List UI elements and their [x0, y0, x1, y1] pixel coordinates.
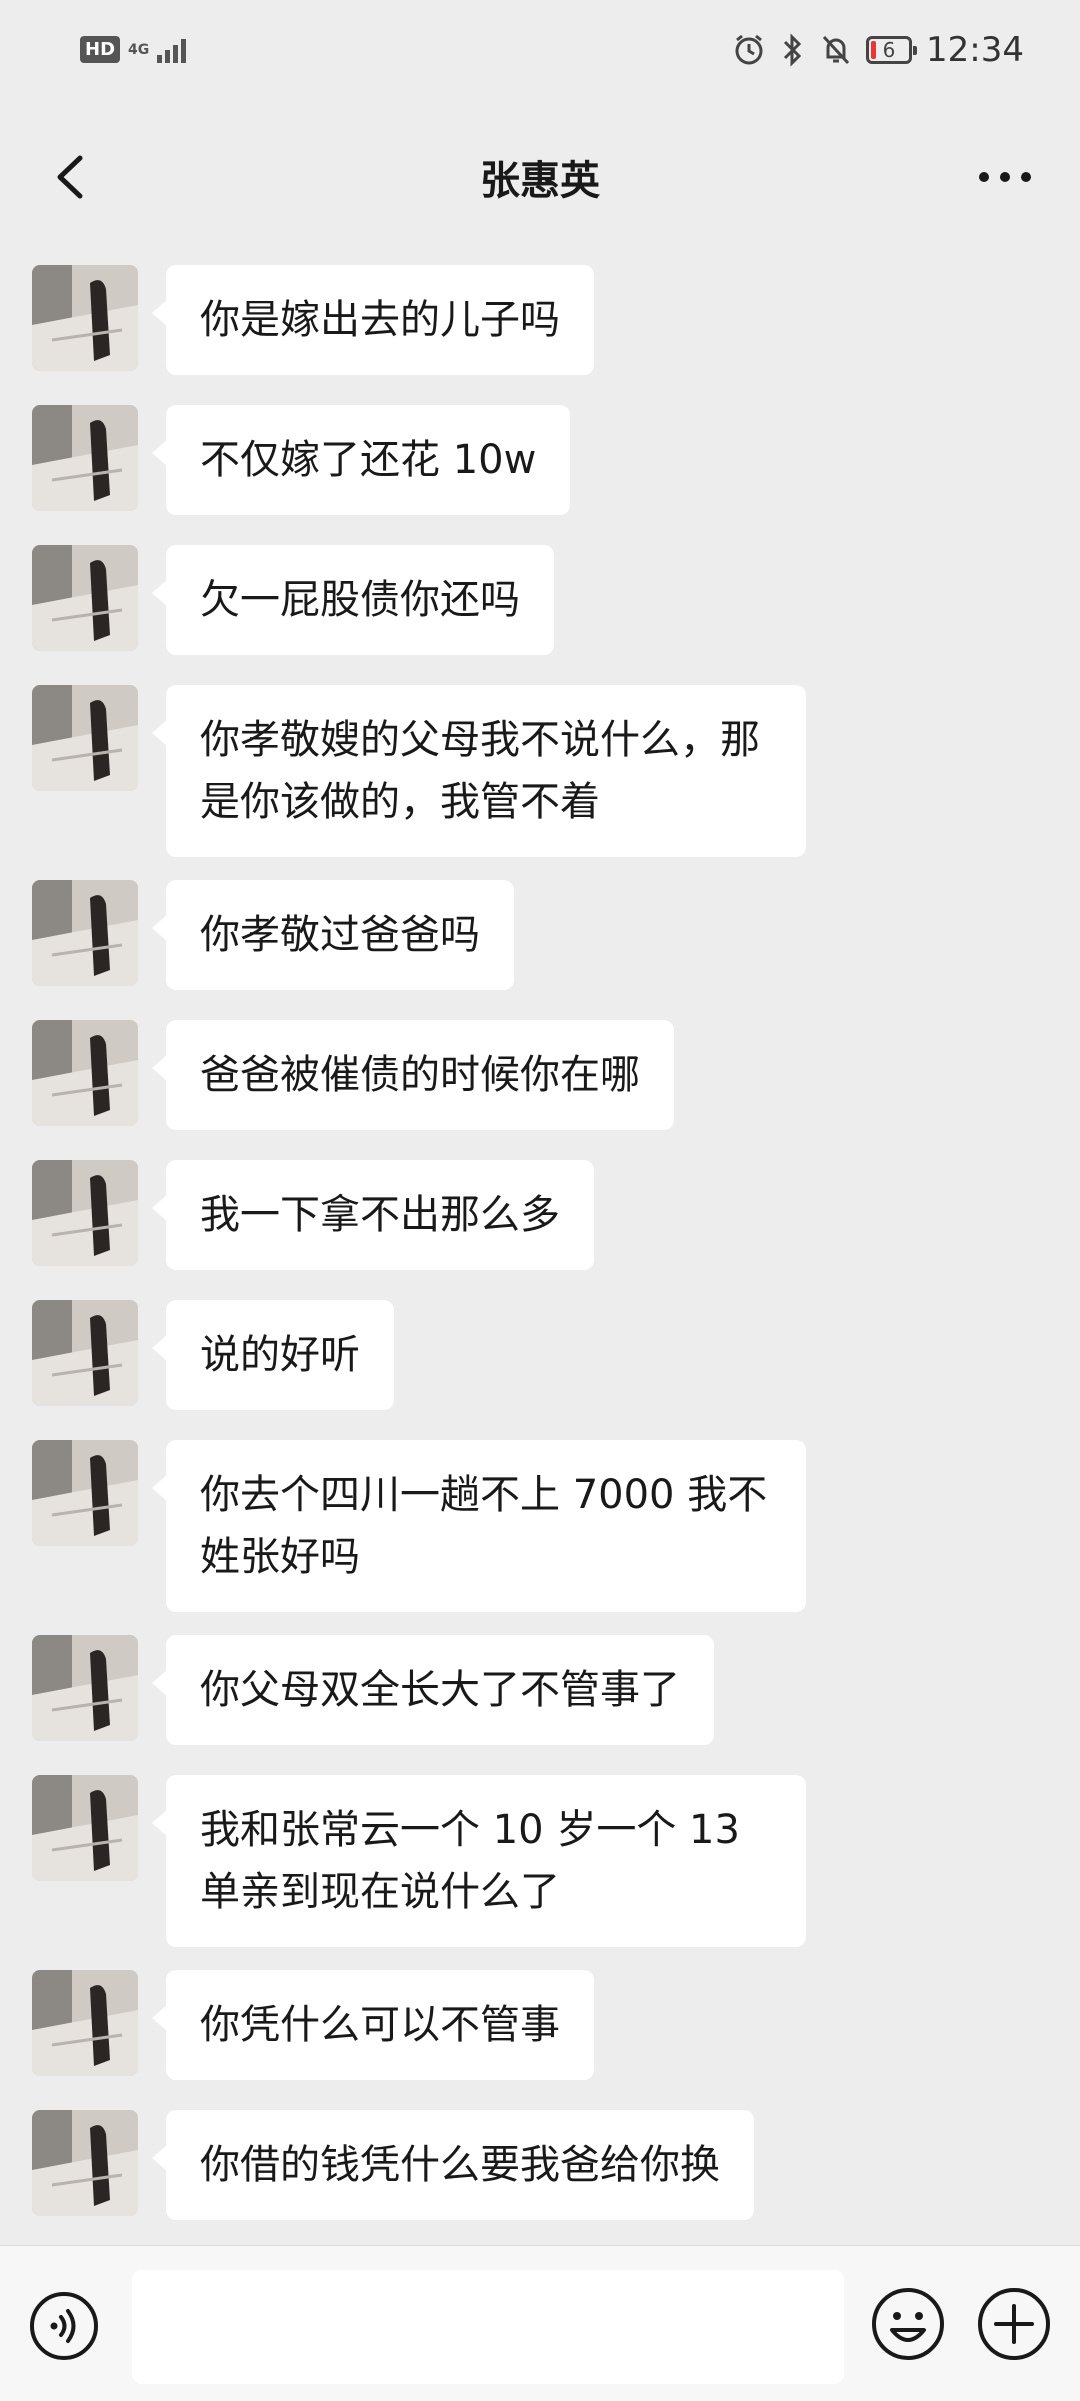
avatar[interactable]: [32, 1970, 138, 2076]
message-row: 说的好听: [32, 1300, 394, 1410]
message-text: 我和张常云一个 10 岁一个 13 单亲到现在说什么了: [166, 1775, 806, 1947]
message-text: 你凭什么可以不管事: [166, 1970, 594, 2080]
avatar[interactable]: [32, 265, 138, 371]
message-bubble[interactable]: 欠一屁股债你还吗: [152, 545, 554, 655]
nav-bar: 张惠英: [0, 110, 1080, 240]
avatar[interactable]: [32, 1300, 138, 1406]
status-time: 12:34: [926, 30, 1024, 70]
signal-icon: [157, 37, 187, 63]
plus-icon[interactable]: [976, 2286, 1052, 2362]
message-bubble[interactable]: 你借的钱凭什么要我爸给你换: [152, 2110, 754, 2220]
message-text: 欠一屁股债你还吗: [166, 545, 554, 655]
message-text: 你孝敬嫂的父母我不说什么，那是你该做的，我管不着: [166, 685, 806, 857]
message-row: 爸爸被催债的时候你在哪: [32, 1020, 674, 1130]
message-bubble[interactable]: 你是嫁出去的儿子吗: [152, 265, 594, 375]
emoji-icon[interactable]: [870, 2286, 946, 2362]
message-row: 我和张常云一个 10 岁一个 13 单亲到现在说什么了: [32, 1775, 806, 1947]
avatar[interactable]: [32, 1440, 138, 1546]
avatar[interactable]: [32, 2110, 138, 2216]
avatar[interactable]: [32, 1775, 138, 1881]
message-row: 你借的钱凭什么要我爸给你换: [32, 2110, 754, 2220]
message-bubble[interactable]: 爸爸被催债的时候你在哪: [152, 1020, 674, 1130]
hd-indicator: HD: [80, 36, 121, 63]
avatar[interactable]: [32, 1160, 138, 1266]
message-row: 你父母双全长大了不管事了: [32, 1635, 714, 1745]
message-text: 你是嫁出去的儿子吗: [166, 265, 594, 375]
message-bubble[interactable]: 你孝敬嫂的父母我不说什么，那是你该做的，我管不着: [152, 685, 806, 857]
message-text: 爸爸被催债的时候你在哪: [166, 1020, 674, 1130]
message-text: 你父母双全长大了不管事了: [166, 1635, 714, 1745]
avatar[interactable]: [32, 405, 138, 511]
message-text: 你借的钱凭什么要我爸给你换: [166, 2110, 754, 2220]
input-bar: [0, 2245, 1080, 2401]
message-row: 你去个四川一趟不上 7000 我不姓张好吗: [32, 1440, 806, 1612]
voice-input-icon[interactable]: [28, 2290, 100, 2362]
message-text: 我一下拿不出那么多: [166, 1160, 594, 1270]
message-text: 你孝敬过爸爸吗: [166, 880, 514, 990]
message-bubble[interactable]: 我一下拿不出那么多: [152, 1160, 594, 1270]
message-bubble[interactable]: 说的好听: [152, 1300, 394, 1410]
mute-bell-icon: [822, 35, 850, 65]
status-left: HD 4G: [80, 36, 187, 63]
avatar[interactable]: [32, 1635, 138, 1741]
chat-title: 张惠英: [480, 158, 600, 204]
alarm-icon: [735, 34, 763, 65]
network-type: 4G: [128, 43, 149, 57]
avatar[interactable]: [32, 685, 138, 791]
message-row: 我一下拿不出那么多: [32, 1160, 594, 1270]
message-row: 你孝敬嫂的父母我不说什么，那是你该做的，我管不着: [32, 685, 806, 857]
more-options-icon[interactable]: [970, 142, 1040, 212]
message-input[interactable]: [132, 2270, 844, 2384]
message-list[interactable]: 你是嫁出去的儿子吗 不仅嫁了还花 10w 欠一屁股债你还吗 你孝敬嫂的父母我不说…: [0, 240, 1080, 2245]
message-bubble[interactable]: 你去个四川一趟不上 7000 我不姓张好吗: [152, 1440, 806, 1612]
message-row: 你是嫁出去的儿子吗: [32, 265, 594, 375]
message-text: 说的好听: [166, 1300, 394, 1410]
network-label: 4G: [128, 41, 150, 58]
message-bubble[interactable]: 不仅嫁了还花 10w: [151, 405, 571, 515]
avatar[interactable]: [32, 545, 138, 651]
message-text: 不仅嫁了还花 10w: [166, 405, 571, 515]
avatar[interactable]: [32, 880, 138, 986]
battery-icon: 6: [866, 36, 918, 64]
status-bar: HD 4G 6 12:34: [0, 0, 1080, 110]
message-bubble[interactable]: 你父母双全长大了不管事了: [152, 1635, 714, 1745]
message-bubble[interactable]: 你孝敬过爸爸吗: [152, 880, 514, 990]
status-right: 6 12:34: [732, 30, 1024, 70]
message-bubble[interactable]: 我和张常云一个 10 岁一个 13 单亲到现在说什么了: [152, 1775, 806, 1947]
message-row: 你孝敬过爸爸吗: [32, 880, 514, 990]
message-row: 不仅嫁了还花 10w: [32, 405, 571, 515]
message-text: 你去个四川一趟不上 7000 我不姓张好吗: [166, 1440, 806, 1612]
message-bubble[interactable]: 你凭什么可以不管事: [152, 1970, 594, 2080]
bluetooth-icon: [783, 33, 802, 67]
message-row: 你凭什么可以不管事: [32, 1970, 594, 2080]
message-row: 欠一屁股债你还吗: [32, 545, 554, 655]
avatar[interactable]: [32, 1020, 138, 1126]
